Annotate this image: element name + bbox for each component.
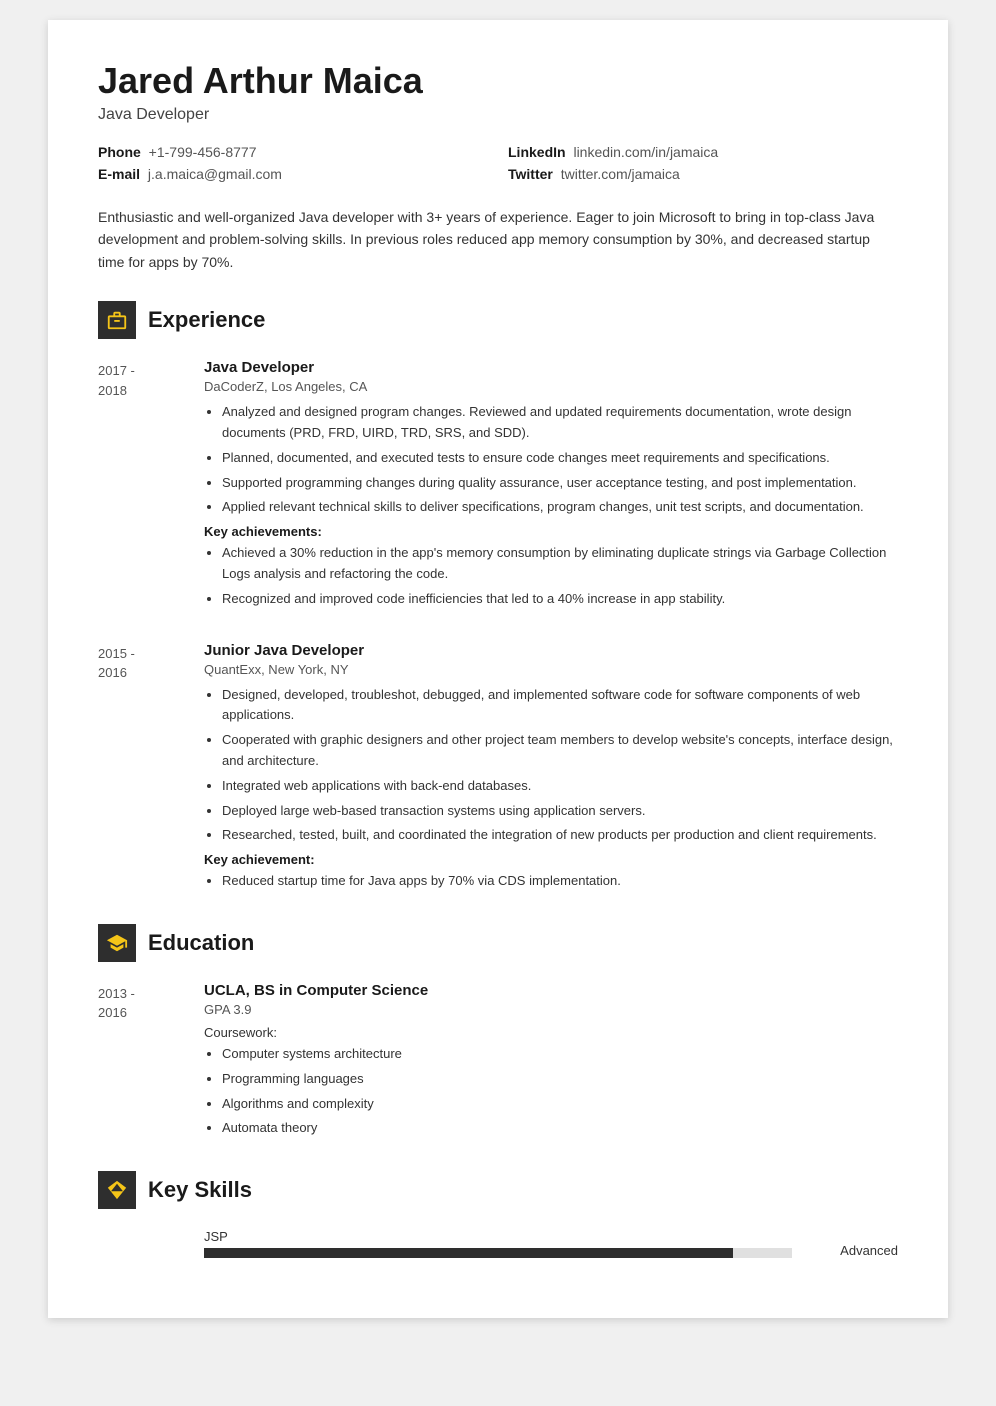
- achievement-item: Achieved a 30% reduction in the app's me…: [222, 543, 898, 585]
- education-section-header: Education: [98, 924, 898, 962]
- skill-bar-fill: [204, 1248, 733, 1258]
- entry-job-title: Java Developer: [204, 359, 898, 376]
- twitter-label: Twitter: [508, 166, 553, 182]
- bullet-item: Integrated web applications with back-en…: [222, 776, 898, 797]
- email-item: E-mail j.a.maica@gmail.com: [98, 166, 488, 182]
- bullet-item: Supported programming changes during qua…: [222, 473, 898, 494]
- bullet-item: Cooperated with graphic designers and ot…: [222, 730, 898, 772]
- summary-text: Enthusiastic and well-organized Java dev…: [98, 206, 898, 273]
- skill-name-bar: JSP: [204, 1229, 792, 1258]
- key-achievements-label: Key achievements:: [204, 524, 898, 539]
- entry-content: Java Developer DaCoderZ, Los Angeles, CA A…: [204, 359, 898, 613]
- linkedin-value: linkedin.com/in/jamaica: [573, 144, 718, 160]
- key-achievements-bullets: Achieved a 30% reduction in the app's me…: [204, 543, 898, 609]
- entry-date: 2017 - 2018: [98, 359, 188, 613]
- skill-name: JSP: [204, 1229, 792, 1244]
- skill-bar-container: [204, 1248, 792, 1258]
- entry-company: DaCoderZ, Los Angeles, CA: [204, 379, 898, 394]
- key-achievements-bullets: Reduced startup time for Java apps by 70…: [204, 871, 898, 892]
- skill-level-label: Advanced: [808, 1243, 898, 1258]
- achievement-item: Reduced startup time for Java apps by 70…: [222, 871, 898, 892]
- achievement-item: Recognized and improved code inefficienc…: [222, 589, 898, 610]
- experience-entry: 2015 - 2016 Junior Java Developer QuantExx…: [98, 642, 898, 896]
- skills-icon: [98, 1171, 136, 1209]
- experience-icon: [98, 301, 136, 339]
- edu-gpa: GPA 3.9: [204, 1002, 898, 1017]
- coursework-label: Coursework:: [204, 1025, 898, 1040]
- entry-bullets: Designed, developed, troubleshot, debugg…: [204, 685, 898, 847]
- entry-job-title: Junior Java Developer: [204, 642, 898, 659]
- entry-bullets: Analyzed and designed program changes. R…: [204, 402, 898, 518]
- education-entries: 2013 - 2016 UCLA, BS in Computer Science G…: [98, 982, 898, 1143]
- coursework-bullets: Computer systems architecture Programming…: [204, 1044, 898, 1139]
- experience-section-header: Experience: [98, 301, 898, 339]
- coursework-item: Programming languages: [222, 1069, 898, 1090]
- experience-entries: 2017 - 2018 Java Developer DaCoderZ, Los A…: [98, 359, 898, 896]
- key-achievements-label: Key achievement:: [204, 852, 898, 867]
- entry-content: Junior Java Developer QuantExx, New York,…: [204, 642, 898, 896]
- experience-entry: 2017 - 2018 Java Developer DaCoderZ, Los A…: [98, 359, 898, 613]
- bullet-item: Designed, developed, troubleshot, debugg…: [222, 685, 898, 727]
- skills-diamond-icon: [106, 1179, 128, 1201]
- edu-date: 2013 - 2016: [98, 982, 188, 1143]
- skills-section-header: Key Skills: [98, 1171, 898, 1209]
- education-icon: [98, 924, 136, 962]
- education-title: Education: [148, 930, 254, 956]
- experience-title: Experience: [148, 307, 265, 333]
- education-entry: 2013 - 2016 UCLA, BS in Computer Science G…: [98, 982, 898, 1143]
- email-label: E-mail: [98, 166, 140, 182]
- phone-label: Phone: [98, 144, 141, 160]
- candidate-name: Jared Arthur Maica: [98, 60, 898, 102]
- bullet-item: Researched, tested, built, and coordinat…: [222, 825, 898, 846]
- coursework-item: Algorithms and complexity: [222, 1094, 898, 1115]
- phone-item: Phone +1-799-456-8777: [98, 144, 488, 160]
- contact-grid: Phone +1-799-456-8777 LinkedIn linkedin.…: [98, 144, 898, 182]
- email-value: j.a.maica@gmail.com: [148, 166, 282, 182]
- briefcase-icon: [106, 309, 128, 331]
- coursework-item: Computer systems architecture: [222, 1044, 898, 1065]
- graduation-icon: [106, 932, 128, 954]
- edu-content: UCLA, BS in Computer Science GPA 3.9 Cours…: [204, 982, 898, 1143]
- entry-company: QuantExx, New York, NY: [204, 662, 898, 677]
- skill-row: JSP Advanced: [98, 1229, 898, 1258]
- twitter-item: Twitter twitter.com/jamaica: [508, 166, 898, 182]
- bullet-item: Applied relevant technical skills to del…: [222, 497, 898, 518]
- phone-value: +1-799-456-8777: [149, 144, 257, 160]
- bullet-item: Analyzed and designed program changes. R…: [222, 402, 898, 444]
- entry-date: 2015 - 2016: [98, 642, 188, 896]
- skills-entries: JSP Advanced: [98, 1229, 898, 1258]
- candidate-title: Java Developer: [98, 106, 898, 124]
- resume-container: Jared Arthur Maica Java Developer Phone …: [48, 20, 948, 1318]
- twitter-value: twitter.com/jamaica: [561, 166, 680, 182]
- bullet-item: Deployed large web-based transaction sys…: [222, 801, 898, 822]
- linkedin-item: LinkedIn linkedin.com/in/jamaica: [508, 144, 898, 160]
- bullet-item: Planned, documented, and executed tests …: [222, 448, 898, 469]
- linkedin-label: LinkedIn: [508, 144, 566, 160]
- coursework-item: Automata theory: [222, 1118, 898, 1139]
- edu-degree: UCLA, BS in Computer Science: [204, 982, 898, 999]
- skills-title: Key Skills: [148, 1177, 252, 1203]
